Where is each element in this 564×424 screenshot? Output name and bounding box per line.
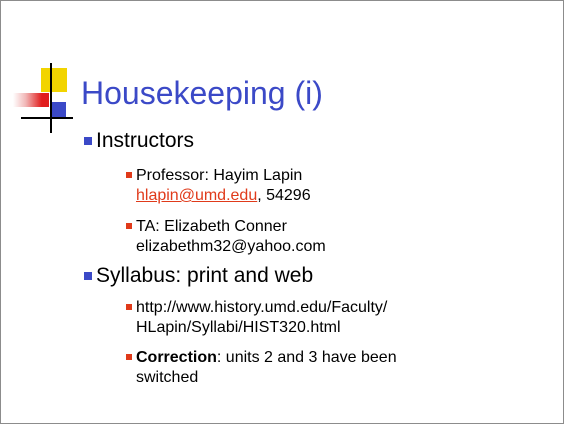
bullet-instructors: Instructors	[84, 129, 195, 153]
square-bullet-icon	[84, 137, 92, 145]
correction-text: : units 2 and 3 have been	[216, 349, 397, 366]
slide-title: Housekeeping (i)	[81, 75, 323, 111]
logo-vertical-line	[50, 63, 52, 133]
bullet-instructors-text: Instructors	[96, 129, 195, 152]
ta-label: TA: Elizabeth Conner	[136, 218, 287, 235]
syllabus-url-line2: HLapin/Syllabi/HIST320.html	[136, 319, 341, 336]
square-bullet-icon	[126, 172, 132, 178]
logo-red-bar	[13, 93, 49, 107]
bullet-syllabus-text: Syllabus: print and web	[96, 264, 314, 287]
correction-text-line2: switched	[136, 369, 199, 386]
professor-phone: , 54296	[257, 187, 311, 204]
subbullet-syllabus-url: http://www.history.umd.edu/Faculty/	[126, 298, 388, 318]
square-bullet-icon	[126, 304, 132, 310]
professor-email-link[interactable]: hlapin@umd.edu	[136, 187, 257, 204]
logo-blue-square	[50, 102, 66, 118]
professor-label: Professor: Hayim Lapin	[136, 167, 303, 184]
correction-label: Correction	[136, 349, 217, 366]
square-bullet-icon	[126, 354, 132, 360]
slide: Housekeeping (i) Instructors Professor: …	[0, 0, 564, 424]
square-bullet-icon	[84, 272, 92, 280]
professor-contact-line: hlapin@umd.edu, 54296	[136, 186, 311, 206]
bullet-syllabus: Syllabus: print and web	[84, 264, 314, 288]
subbullet-correction: Correction: units 2 and 3 have been	[126, 348, 397, 368]
ta-email: elizabethm32@yahoo.com	[136, 238, 326, 255]
logo-yellow-square	[41, 68, 67, 92]
square-bullet-icon	[126, 223, 132, 229]
subbullet-professor: Professor: Hayim Lapin	[126, 166, 303, 186]
subbullet-ta: TA: Elizabeth Conner	[126, 217, 287, 237]
logo-horizontal-line	[21, 117, 73, 119]
syllabus-url-line1: http://www.history.umd.edu/Faculty/	[136, 299, 388, 316]
slide-logo-decoration	[1, 1, 81, 141]
